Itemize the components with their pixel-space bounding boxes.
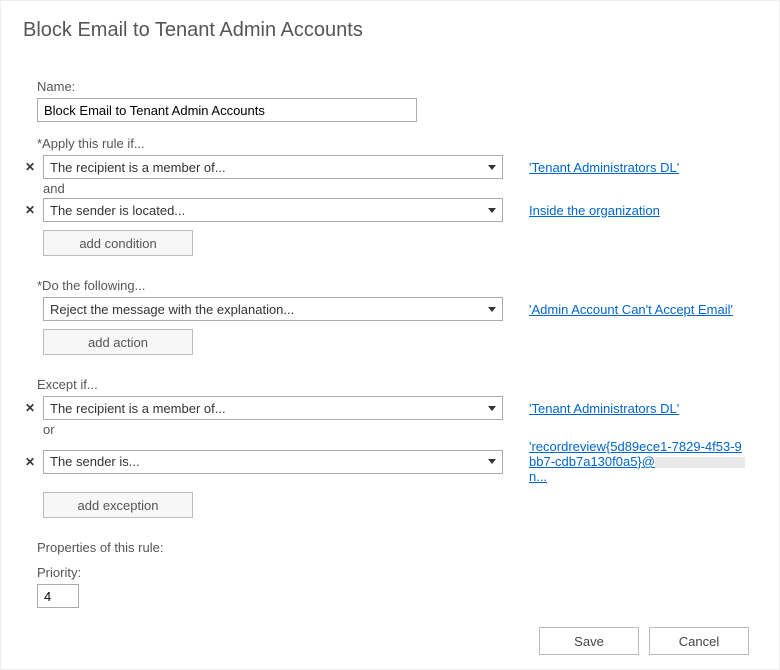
scroll-area[interactable]: Name: *Apply this rule if... ✕ The recip… <box>1 61 779 609</box>
dropdown-value: The recipient is a member of... <box>50 160 226 175</box>
chevron-down-icon <box>488 208 496 213</box>
rule-editor-dialog: Block Email to Tenant Admin Accounts Nam… <box>0 0 780 670</box>
and-label: and <box>43 181 757 196</box>
condition-row: ✕ The recipient is a member of... 'Tenan… <box>23 155 757 179</box>
condition-value-link[interactable]: 'Tenant Administrators DL' <box>529 160 679 175</box>
dropdown-value: Reject the message with the explanation.… <box>50 302 294 317</box>
cancel-button[interactable]: Cancel <box>649 627 749 655</box>
add-action-button[interactable]: add action <box>43 329 193 355</box>
except-if-label: Except if... <box>37 377 757 392</box>
add-condition-button[interactable]: add condition <box>43 230 193 256</box>
chevron-down-icon <box>488 165 496 170</box>
action-predicate-dropdown[interactable]: Reject the message with the explanation.… <box>43 297 503 321</box>
remove-condition-icon[interactable]: ✕ <box>23 160 37 174</box>
exception-row: ✕ The sender is... 'recordreview{5d89ece… <box>23 439 757 484</box>
exception-value-suffix: n... <box>529 469 547 484</box>
dropdown-value: The sender is... <box>50 454 140 469</box>
exception-predicate-dropdown[interactable]: The recipient is a member of... <box>43 396 503 420</box>
do-following-label: *Do the following... <box>37 278 757 293</box>
exception-row: ✕ The recipient is a member of... 'Tenan… <box>23 396 757 420</box>
footer: Save Cancel <box>1 613 779 669</box>
page-title: Block Email to Tenant Admin Accounts <box>1 1 779 46</box>
exception-value-link[interactable]: 'Tenant Administrators DL' <box>529 401 679 416</box>
redacted-region <box>655 457 745 468</box>
spacer <box>23 608 757 609</box>
or-label: or <box>43 422 757 437</box>
action-row: Reject the message with the explanation.… <box>23 297 757 321</box>
condition-predicate-dropdown[interactable]: The sender is located... <box>43 198 503 222</box>
add-exception-button[interactable]: add exception <box>43 492 193 518</box>
remove-exception-icon[interactable]: ✕ <box>23 401 37 415</box>
condition-predicate-dropdown[interactable]: The recipient is a member of... <box>43 155 503 179</box>
exception-predicate-dropdown[interactable]: The sender is... <box>43 450 503 474</box>
save-button[interactable]: Save <box>539 627 639 655</box>
properties-label: Properties of this rule: <box>37 540 757 555</box>
condition-value-link[interactable]: Inside the organization <box>529 203 660 218</box>
priority-label: Priority: <box>37 565 757 580</box>
dropdown-value: The sender is located... <box>50 203 185 218</box>
dropdown-value: The recipient is a member of... <box>50 401 226 416</box>
exception-value-link[interactable]: 'recordreview{5d89ece1-7829-4f53-9bb7-cd… <box>529 439 749 484</box>
chevron-down-icon <box>488 459 496 464</box>
chevron-down-icon <box>488 307 496 312</box>
remove-exception-icon[interactable]: ✕ <box>23 455 37 469</box>
chevron-down-icon <box>488 406 496 411</box>
rule-name-input[interactable] <box>37 98 417 122</box>
apply-if-label: *Apply this rule if... <box>37 136 757 151</box>
condition-row: ✕ The sender is located... Inside the or… <box>23 198 757 222</box>
remove-condition-icon[interactable]: ✕ <box>23 203 37 217</box>
action-value-link[interactable]: 'Admin Account Can't Accept Email' <box>529 302 733 317</box>
priority-input[interactable] <box>37 584 79 608</box>
name-label: Name: <box>37 79 757 94</box>
